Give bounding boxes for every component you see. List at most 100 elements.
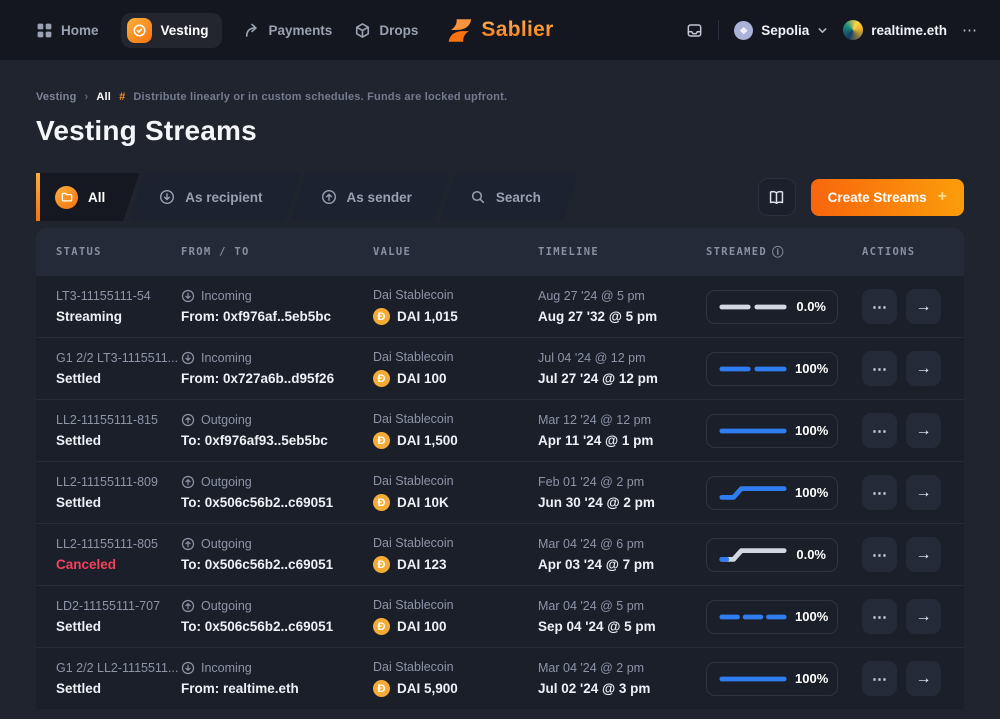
amount: DAI 100 (397, 371, 447, 386)
streamed-percent: 100% (795, 671, 828, 686)
account-menu[interactable]: realtime.eth (843, 20, 947, 40)
row-open-button[interactable]: → (906, 661, 941, 696)
from-to-cell: Incoming From: 0xf976af..5eb5bc (181, 289, 373, 324)
more-menu-icon[interactable]: ⋯ (962, 21, 978, 39)
tab-as-recipient[interactable]: As recipient (129, 173, 300, 221)
breadcrumb-description: Distribute linearly or in custom schedul… (133, 91, 507, 103)
progress-widget[interactable]: 100% (706, 414, 838, 448)
from-to-cell: Incoming From: realtime.eth (181, 661, 373, 696)
breadcrumb-root[interactable]: Vesting (36, 91, 77, 103)
value-cell: Dai Stablecoin ÐDAI 1,015 (373, 288, 538, 325)
hash-icon: # (119, 91, 125, 103)
table-row[interactable]: LL2-11155111-815 Settled Outgoing To: 0x… (36, 399, 964, 461)
docs-book-button[interactable] (758, 178, 796, 216)
brand-logo[interactable]: Sablier (446, 17, 553, 44)
chevron-down-icon (817, 25, 828, 36)
network-selector[interactable]: ◆ Sepolia (734, 21, 828, 40)
page-title: Vesting Streams (36, 115, 964, 147)
row-menu-button[interactable]: ⋯ (862, 475, 897, 510)
info-icon[interactable]: ⓘ (772, 244, 784, 260)
table-row[interactable]: LL2-11155111-805 Canceled Outgoing To: 0… (36, 523, 964, 585)
status-cell: LL2-11155111-815 Settled (56, 413, 181, 448)
stream-id: LL2-11155111-809 (56, 475, 181, 489)
tab-label: Search (496, 190, 541, 205)
incoming-icon (181, 661, 195, 675)
progress-widget[interactable]: 100% (706, 476, 838, 510)
tab-as-sender[interactable]: As sender (291, 173, 450, 221)
status-cell: LT3-11155111-54 Streaming (56, 289, 181, 324)
end-date: Jun 30 '24 @ 2 pm (538, 495, 706, 510)
counterparty: To: 0xf976af93..5eb5bc (181, 433, 373, 448)
create-streams-button[interactable]: Create Streams + (811, 179, 964, 216)
token-name: Dai Stablecoin (373, 536, 538, 550)
search-icon (470, 189, 486, 205)
row-open-button[interactable]: → (906, 537, 941, 572)
grid-icon (36, 22, 53, 39)
nav-label: Vesting (161, 23, 209, 38)
sablier-logo-icon (446, 17, 473, 44)
start-date: Mar 04 '24 @ 6 pm (538, 537, 706, 551)
streamed-cell: 0.0% (706, 290, 862, 324)
status-cell: LL2-11155111-805 Canceled (56, 537, 181, 572)
progress-widget[interactable]: 0.0% (706, 538, 838, 572)
row-menu-button[interactable]: ⋯ (862, 661, 897, 696)
table-row[interactable]: LL2-11155111-809 Settled Outgoing To: 0x… (36, 461, 964, 523)
value-cell: Dai Stablecoin ÐDAI 1,500 (373, 412, 538, 449)
table-row[interactable]: G1 2/2 LL2-1115511... Settled Incoming F… (36, 647, 964, 709)
from-to-cell: Outgoing To: 0x506c56b2..c69051 (181, 537, 373, 572)
row-open-button[interactable]: → (906, 351, 941, 386)
row-menu-button[interactable]: ⋯ (862, 537, 897, 572)
progress-chart (718, 423, 788, 439)
start-date: Mar 04 '24 @ 5 pm (538, 599, 706, 613)
amount: DAI 1,500 (397, 433, 458, 448)
timeline-cell: Mar 04 '24 @ 6 pm Apr 03 '24 @ 7 pm (538, 537, 706, 572)
row-menu-button[interactable]: ⋯ (862, 599, 897, 634)
nav-item-vesting[interactable]: Vesting (121, 13, 222, 48)
row-open-button[interactable]: → (906, 289, 941, 324)
direction-label: Incoming (201, 289, 252, 303)
value-cell: Dai Stablecoin ÐDAI 5,900 (373, 660, 538, 697)
row-menu-button[interactable]: ⋯ (862, 351, 897, 386)
account-name: realtime.eth (871, 23, 947, 38)
actions-cell: ⋯ → (862, 599, 944, 634)
topbar-right: ◆ Sepolia realtime.eth ⋯ (686, 20, 978, 40)
table-row[interactable]: LD2-11155111-707 Settled Outgoing To: 0x… (36, 585, 964, 647)
circle-arrow-down-icon (159, 189, 175, 205)
row-menu-button[interactable]: ⋯ (862, 289, 897, 324)
start-date: Feb 01 '24 @ 2 pm (538, 475, 706, 489)
main-content: Vesting › All # Distribute linearly or i… (0, 91, 1000, 709)
progress-widget[interactable]: 0.0% (706, 290, 838, 324)
tab-search[interactable]: Search (440, 173, 579, 221)
table-header: STATUS FROM / TO VALUE TIMELINE STREAMED… (36, 228, 964, 275)
inbox-icon[interactable] (686, 22, 703, 39)
table-row[interactable]: G1 2/2 LT3-1115511... Settled Incoming F… (36, 337, 964, 399)
direction-label: Outgoing (201, 475, 252, 489)
start-date: Mar 04 '24 @ 2 pm (538, 661, 706, 675)
tab-all[interactable]: All (36, 173, 139, 221)
start-date: Jul 04 '24 @ 12 pm (538, 351, 706, 365)
row-open-button[interactable]: → (906, 413, 941, 448)
outgoing-icon (181, 475, 195, 489)
circle-arrow-up-icon (321, 189, 337, 205)
value-cell: Dai Stablecoin ÐDAI 100 (373, 598, 538, 635)
header-from-to: FROM / TO (181, 246, 373, 258)
plus-icon: + (938, 189, 947, 205)
stream-id: G1 2/2 LT3-1115511... (56, 351, 181, 365)
table-row[interactable]: LT3-11155111-54 Streaming Incoming From:… (36, 275, 964, 337)
status-cell: G1 2/2 LL2-1115511... Settled (56, 661, 181, 696)
nav-item-drops[interactable]: Drops (354, 22, 418, 39)
progress-widget[interactable]: 100% (706, 662, 838, 696)
nav-item-payments[interactable]: Payments (244, 22, 333, 39)
row-open-button[interactable]: → (906, 599, 941, 634)
from-to-cell: Outgoing To: 0xf976af93..5eb5bc (181, 413, 373, 448)
nav-item-home[interactable]: Home (36, 22, 99, 39)
row-menu-button[interactable]: ⋯ (862, 413, 897, 448)
progress-widget[interactable]: 100% (706, 352, 838, 386)
row-open-button[interactable]: → (906, 475, 941, 510)
progress-widget[interactable]: 100% (706, 600, 838, 634)
dai-icon: Ð (373, 432, 390, 449)
create-streams-label: Create Streams (828, 190, 927, 205)
value-cell: Dai Stablecoin ÐDAI 100 (373, 350, 538, 387)
counterparty: To: 0x506c56b2..c69051 (181, 619, 373, 634)
stream-status: Settled (56, 495, 181, 510)
